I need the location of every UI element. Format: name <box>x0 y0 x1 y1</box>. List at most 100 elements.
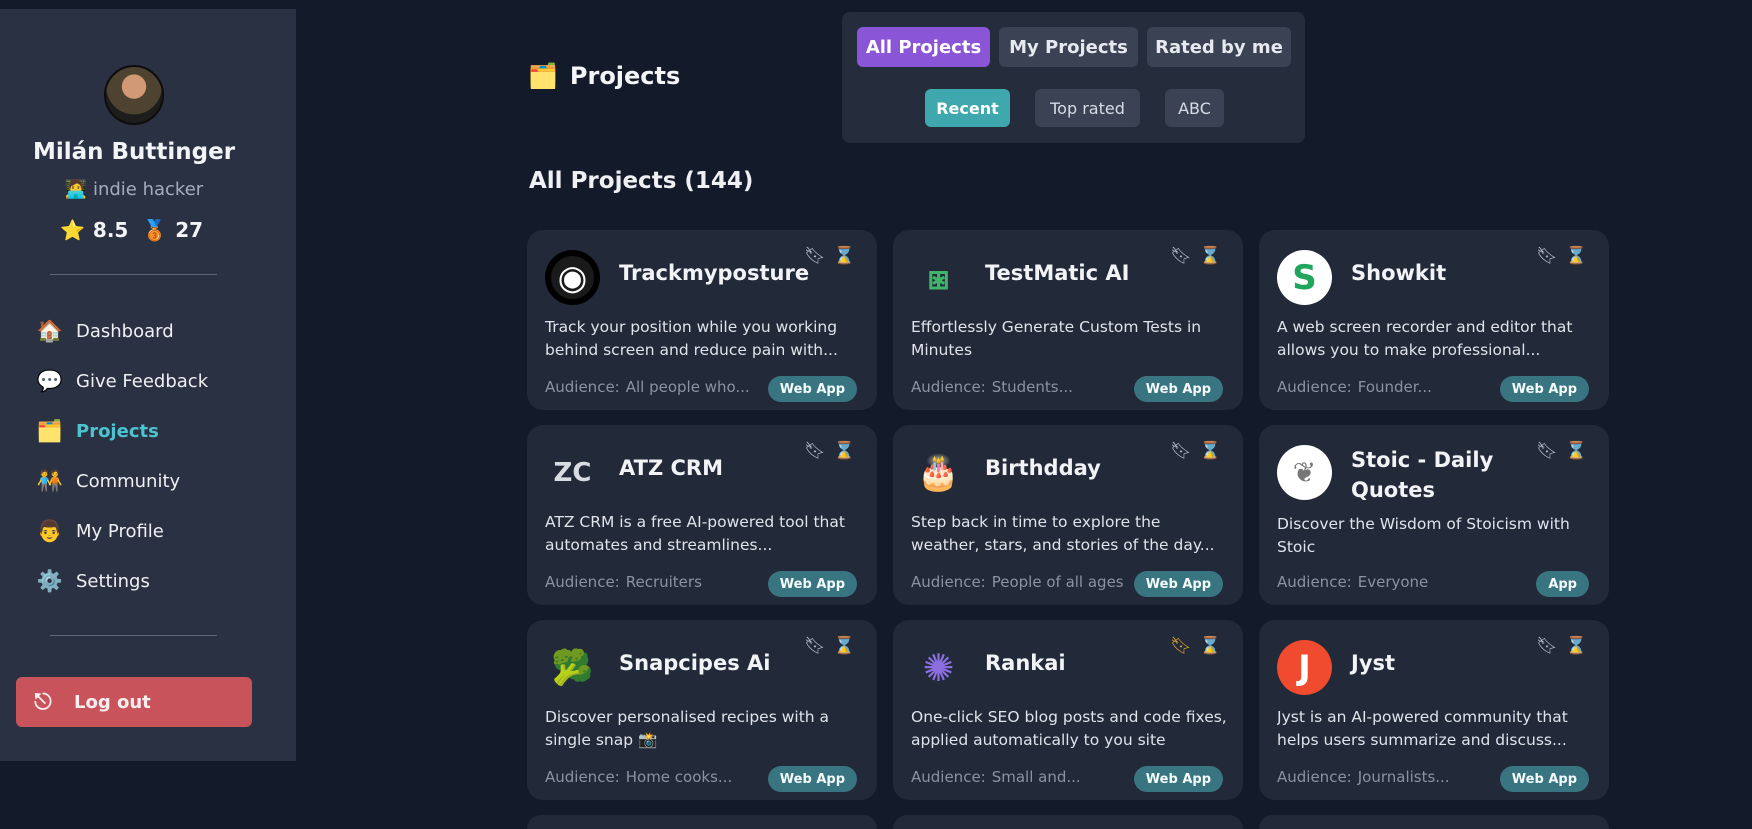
platform-badge: Web App <box>767 376 857 402</box>
logout-button[interactable]: ⎋ Log out <box>16 677 252 727</box>
card-audience: Audience: Home cooks... <box>545 768 732 786</box>
page-title: 🗂️ Projects <box>528 62 680 90</box>
audience-value: Recruiters <box>625 573 702 591</box>
logout-label: Log out <box>74 691 151 713</box>
user-name: Milán Buttinger <box>32 139 236 165</box>
bookmark-add-icon[interactable]: 🔖︎ <box>1536 246 1558 266</box>
bookmark-add-icon[interactable]: 🔖︎ <box>1170 441 1192 461</box>
project-card[interactable]: 🥦 Snapcipes Ai 🔖︎ ⌛ Discover personalise… <box>527 620 877 800</box>
audience-label: Audience: <box>1277 378 1352 396</box>
card-actions: 🔖︎ ⌛ <box>804 636 855 656</box>
card-actions: 🔖︎ ⌛ <box>1170 636 1221 656</box>
card-title: TestMatic AI <box>985 261 1130 285</box>
card-audience: Audience: Journalists... <box>1277 768 1450 786</box>
card-audience: Audience: Founder... <box>1277 378 1432 396</box>
sidebar-item-settings[interactable]: ⚙️ Settings <box>36 565 150 597</box>
star-icon: ⭐ <box>60 218 85 242</box>
sidebar-item-projects[interactable]: 🗂️ Projects <box>36 415 159 447</box>
card-actions: 🔖︎ ⌛ <box>1536 636 1587 656</box>
audience-label: Audience: <box>1277 768 1352 786</box>
audience-label: Audience: <box>911 378 986 396</box>
card-actions: 🔖︎ ⌛ <box>1536 441 1587 461</box>
eye-ring-logo-icon: ◉ <box>545 250 600 305</box>
project-card[interactable]: 🎂 Birthdday 🔖︎ ⌛ Step back in time to ex… <box>893 425 1243 605</box>
card-actions: 🔖︎ ⌛ <box>804 246 855 266</box>
project-card[interactable]: ◉ Trackmyposture 🔖︎ ⌛ Track your positio… <box>527 230 877 410</box>
project-card[interactable] <box>893 815 1243 829</box>
sidebar-item-label: Dashboard <box>76 320 174 342</box>
bookmark-add-icon[interactable]: 🔖︎ <box>1536 636 1558 656</box>
project-card[interactable]: ⧆ TestMatic AI 🔖︎ ⌛ Effortlessly Generat… <box>893 230 1243 410</box>
audience-value: Home cooks... <box>625 768 733 786</box>
audience-label: Audience: <box>545 768 620 786</box>
avatar[interactable] <box>104 65 164 125</box>
bookmark-add-icon[interactable]: 🔖︎ <box>804 636 826 656</box>
card-audience: Audience: Everyone <box>1277 573 1428 591</box>
card-audience: Audience: People of all ages <box>911 573 1124 591</box>
audience-value: Everyone <box>1357 573 1429 591</box>
platform-badge: Web App <box>1499 376 1589 402</box>
atz-logo-icon: ZC <box>553 457 592 488</box>
project-card[interactable]: ❦ Stoic - Daily Quotes 🔖︎ ⌛ Discover the… <box>1259 425 1609 605</box>
card-description: Effortlessly Generate Custom Tests in Mi… <box>911 318 1202 359</box>
platform-badge: Web App <box>1499 766 1589 792</box>
laurel-logo-icon: ❦ <box>1277 445 1332 500</box>
people-icon: 🧑‍🤝‍🧑 <box>36 468 64 493</box>
tab-all-projects[interactable]: All Projects <box>857 27 990 67</box>
bookmark-add-icon[interactable]: 🔖︎ <box>804 441 826 461</box>
project-card[interactable]: J Jyst 🔖︎ ⌛ Jyst is an AI-powered commun… <box>1259 620 1609 800</box>
sidebar-item-dashboard[interactable]: 🏠 Dashboard <box>36 315 174 347</box>
card-title: ATZ CRM <box>619 456 723 480</box>
sort-abc-button[interactable]: ABC <box>1165 89 1224 127</box>
bookmark-add-icon[interactable]: 🔖︎ <box>804 246 826 266</box>
sidebar-item-label: Projects <box>76 420 159 442</box>
card-title: Birthdday <box>985 456 1101 480</box>
project-card[interactable]: ✺ Rankai 🔖︎ ⌛ One-click SEO blog posts a… <box>893 620 1243 800</box>
j-logo-icon: J <box>1277 640 1332 695</box>
audience-value: Founder... <box>1357 378 1432 396</box>
cake-logo-icon: 🎂 <box>917 452 960 493</box>
sidebar-item-community[interactable]: 🧑‍🤝‍🧑 Community <box>36 465 180 497</box>
filter-panel: All Projects My Projects Rated by me Rec… <box>842 12 1305 143</box>
gear-icon: ⚙️ <box>36 568 64 593</box>
sidebar-item-give-feedback[interactable]: 💬 Give Feedback <box>36 365 208 397</box>
platform-badge: Web App <box>767 766 857 792</box>
platform-badge: Web App <box>1133 766 1223 792</box>
audience-label: Audience: <box>911 768 986 786</box>
card-description: A web screen recorder and editor that al… <box>1277 318 1573 359</box>
audience-label: Audience: <box>545 378 620 396</box>
audience-value: Small and... <box>991 768 1081 786</box>
medal-icon: 🥉 <box>142 218 168 242</box>
folder-icon: 🗂️ <box>528 62 558 90</box>
audience-value: Journalists... <box>1357 768 1450 786</box>
card-description: Discover the Wisdom of Stoicism with Sto… <box>1277 515 1570 556</box>
tab-my-projects[interactable]: My Projects <box>999 27 1138 67</box>
bookmark-saved-icon[interactable]: 🔖︎ <box>1170 636 1192 656</box>
sort-top-rated-button[interactable]: Top rated <box>1035 89 1140 127</box>
sidebar: Milán Buttinger 🧑‍💻 indie hacker ⭐ 8.5 🥉 2… <box>0 9 296 761</box>
logout-icon: ⎋ <box>34 689 52 715</box>
tab-rated-by-me[interactable]: Rated by me <box>1147 27 1291 67</box>
bookmark-add-icon[interactable]: 🔖︎ <box>1170 246 1192 266</box>
person-face-icon: 👨 <box>36 518 64 543</box>
bookmark-add-icon[interactable]: 🔖︎ <box>1536 441 1558 461</box>
project-card[interactable] <box>527 815 877 829</box>
s-logo-icon: S <box>1277 250 1332 305</box>
card-title: Trackmyposture <box>619 261 810 285</box>
sidebar-divider <box>50 635 217 636</box>
sidebar-item-my-profile[interactable]: 👨 My Profile <box>36 515 164 547</box>
card-audience: Audience: Students... <box>911 378 1073 396</box>
rating-stat: ⭐ 8.5 <box>60 218 128 242</box>
audience-label: Audience: <box>545 573 620 591</box>
card-actions: 🔖︎ ⌛ <box>1170 246 1221 266</box>
hourglass-icon: ⌛ <box>833 441 855 461</box>
project-card[interactable]: S Showkit 🔖︎ ⌛ A web screen recorder and… <box>1259 230 1609 410</box>
project-card[interactable]: ZC ATZ CRM 🔖︎ ⌛ ATZ CRM is a free AI-pow… <box>527 425 877 605</box>
card-description: ATZ CRM is a free AI-powered tool that a… <box>545 513 845 554</box>
house-icon: 🏠 <box>36 318 64 343</box>
sort-recent-button[interactable]: Recent <box>925 89 1010 127</box>
project-card[interactable] <box>1259 815 1609 829</box>
hourglass-icon: ⌛ <box>1199 441 1221 461</box>
audience-value: People of all ages <box>991 573 1124 591</box>
hourglass-icon: ⌛ <box>833 636 855 656</box>
